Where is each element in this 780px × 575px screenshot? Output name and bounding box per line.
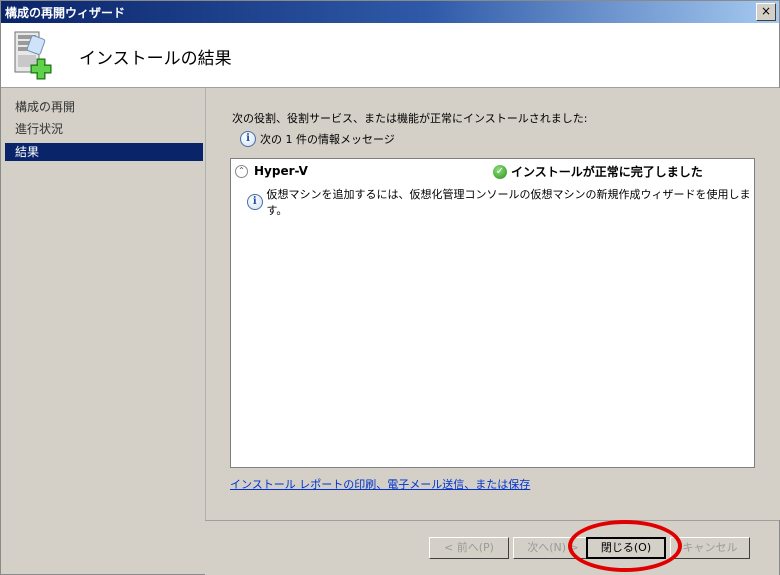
status-success: ✓ インストールが正常に完了しました (493, 163, 703, 180)
info-summary: i 次の 1 件の情報メッセージ (240, 131, 395, 147)
nav-item-resume[interactable]: 構成の再開 (5, 98, 203, 116)
info-icon: i (247, 194, 263, 210)
result-message: i 仮想マシンを追加するには、仮想化管理コンソールの仮想マシンの新規作成ウィザー… (247, 186, 754, 218)
header-panel: インストールの結果 (1, 23, 779, 88)
wizard-window: 構成の再開ウィザード × インストールの結果 構成の再開 進行状況 結果 次の役… (0, 0, 780, 575)
result-message-text: 仮想マシンを追加するには、仮想化管理コンソールの仮想マシンの新規作成ウィザードを… (266, 188, 751, 217)
info-icon: i (240, 131, 256, 147)
nav-item-results[interactable]: 結果 (5, 143, 203, 161)
role-name: Hyper-V (254, 164, 308, 178)
cancel-button[interactable]: キャンセル (670, 537, 750, 559)
close-window-button[interactable]: × (756, 3, 776, 21)
status-text: インストールが正常に完了しました (511, 165, 703, 179)
report-link[interactable]: インストール レポートの印刷、電子メール送信、または保存 (230, 476, 530, 492)
summary-text: 次の役割、役割サービス、または機能が正常にインストールされました: (232, 112, 588, 125)
server-add-icon (11, 29, 63, 81)
results-list: ⌃ Hyper-V ✓ インストールが正常に完了しました i 仮想マシンを追加す… (230, 158, 755, 468)
close-button[interactable]: 閉じる(O) (586, 537, 666, 559)
wizard-nav: 構成の再開 進行状況 結果 (1, 88, 205, 574)
page-heading: インストールの結果 (79, 49, 232, 69)
window-title: 構成の再開ウィザード (5, 6, 126, 20)
result-row: ⌃ Hyper-V ✓ インストールが正常に完了しました (235, 163, 747, 179)
title-bar[interactable]: 構成の再開ウィザード × (1, 1, 779, 23)
nav-item-progress[interactable]: 進行状況 (5, 120, 203, 138)
collapse-icon[interactable]: ⌃ (235, 164, 248, 178)
success-check-icon: ✓ (493, 164, 507, 179)
info-count-text: 次の 1 件の情報メッセージ (260, 133, 395, 146)
next-button[interactable]: 次へ(N) > (513, 537, 593, 559)
content-panel: 次の役割、役割サービス、または機能が正常にインストールされました: i 次の 1… (205, 88, 780, 520)
button-bar: < 前へ(P) 次へ(N) > 閉じる(O) キャンセル (205, 520, 779, 575)
back-button[interactable]: < 前へ(P) (429, 537, 509, 559)
